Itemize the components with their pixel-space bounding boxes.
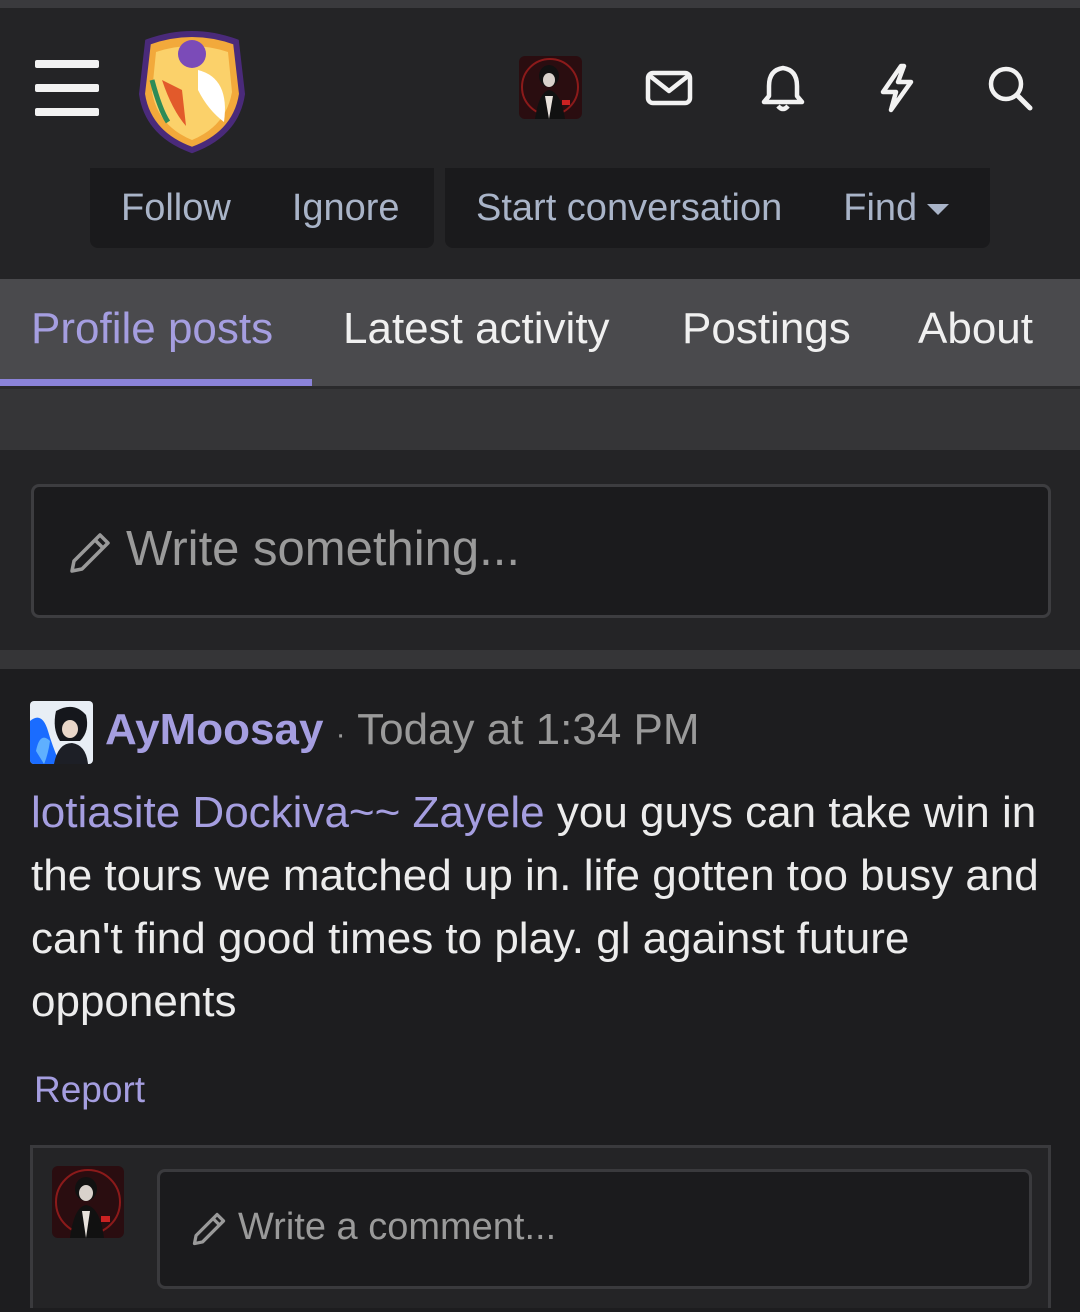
section-gap — [0, 389, 1080, 450]
mention-link[interactable]: Dockiva~~ — [192, 788, 400, 837]
top-strip — [0, 0, 1080, 8]
mention-link[interactable]: Zayele — [413, 788, 545, 837]
post-timestamp[interactable]: Today at 1:34 PM — [357, 705, 699, 754]
active-tab-indicator — [0, 379, 312, 386]
start-conversation-button[interactable]: Start conversation — [445, 187, 813, 230]
profile-post: AyMoosay · Today at 1:34 PM lotiasite Do… — [0, 669, 1080, 1312]
tab-latest-activity[interactable]: Latest activity — [343, 279, 610, 386]
tab-about[interactable]: About — [918, 279, 1033, 386]
follow-ignore-group: Follow Ignore — [90, 168, 434, 248]
avatar[interactable] — [30, 701, 93, 764]
site-header — [0, 8, 1080, 168]
profile-action-bar: Follow Ignore Start conversation Find — [0, 168, 1080, 279]
user-avatar[interactable] — [519, 56, 582, 119]
write-something-placeholder: Write something... — [126, 522, 520, 576]
bell-icon[interactable] — [757, 62, 809, 114]
lightning-icon[interactable] — [871, 62, 923, 114]
hamburger-icon[interactable] — [35, 60, 99, 116]
post-meta: AyMoosay · Today at 1:34 PM — [105, 705, 700, 755]
chevron-down-icon — [927, 203, 950, 215]
write-something-input[interactable]: Write something... — [31, 484, 1051, 618]
comment-placeholder: Write a comment... — [238, 1206, 557, 1248]
avatar[interactable] — [52, 1166, 124, 1238]
follow-button[interactable]: Follow — [90, 187, 262, 230]
section-gap — [0, 650, 1080, 669]
find-label: Find — [843, 186, 918, 229]
tab-postings[interactable]: Postings — [682, 279, 851, 386]
site-logo[interactable] — [138, 30, 246, 154]
pencil-icon — [70, 533, 110, 573]
find-button[interactable]: Find — [813, 187, 980, 230]
meta-separator: · — [335, 718, 346, 751]
composer-section: Write something... — [0, 450, 1080, 650]
tab-profile-posts[interactable]: Profile posts — [31, 279, 273, 386]
comment-input[interactable]: Write a comment... — [157, 1169, 1032, 1289]
profile-tabs: Profile posts Latest activity Postings A… — [0, 279, 1080, 386]
post-username[interactable]: AyMoosay — [105, 705, 323, 754]
ignore-button[interactable]: Ignore — [262, 187, 431, 230]
conversation-find-group: Start conversation Find — [445, 168, 990, 248]
mention-link[interactable]: lotiasite — [31, 788, 180, 837]
search-icon[interactable] — [984, 62, 1036, 114]
comment-section: Write a comment... — [30, 1145, 1051, 1308]
report-link[interactable]: Report — [34, 1069, 145, 1111]
post-body: lotiasite Dockiva~~ Zayele you guys can … — [31, 781, 1041, 1033]
pencil-icon — [192, 1212, 226, 1246]
mail-icon[interactable] — [643, 62, 695, 114]
